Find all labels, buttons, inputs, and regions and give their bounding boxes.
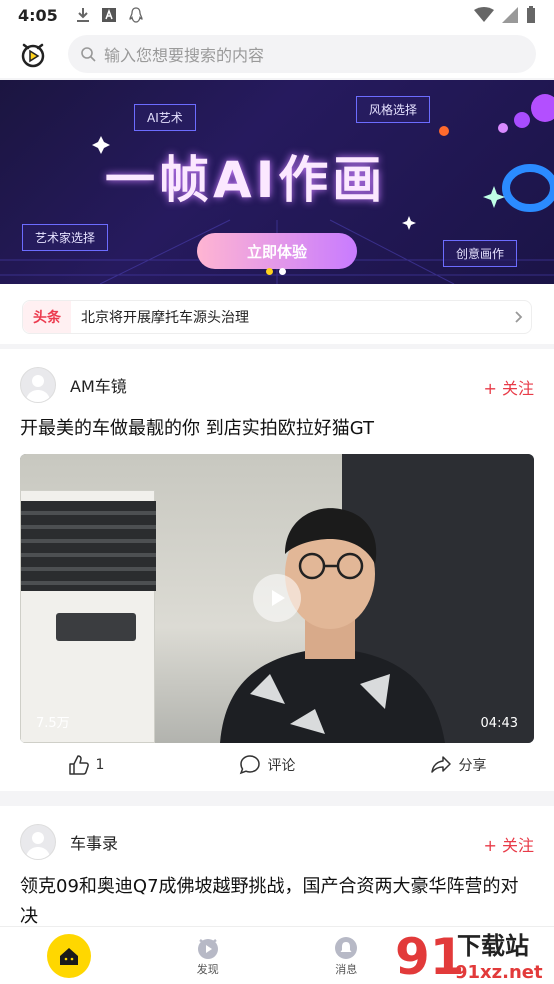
avatar[interactable] — [20, 367, 56, 403]
share-icon — [431, 756, 452, 773]
tab-home[interactable] — [0, 933, 139, 978]
like-count: 1 — [95, 757, 105, 773]
status-bar: 4:05 — [0, 0, 554, 30]
headline-section: 头条 北京将开展摩托车源头治理 — [0, 284, 554, 344]
air-conditioner-image — [20, 490, 156, 743]
search-icon — [81, 47, 96, 62]
battery-icon — [527, 6, 535, 23]
banner-pagination — [266, 268, 286, 275]
follow-button[interactable]: + 关注 — [484, 832, 535, 856]
discover-icon — [197, 938, 218, 959]
keyboard-a-icon — [101, 8, 116, 22]
app-logo-icon[interactable] — [18, 39, 48, 69]
banner-tag-style: 风格选择 — [356, 96, 431, 123]
top-header: 输入您想要搜索的内容 — [0, 30, 554, 78]
post-card[interactable]: 车事录 + 关注 领克09和奥迪Q7成佛坡越野挑战，国产合资两大豪华阵营的对决 — [0, 806, 554, 927]
follow-button[interactable]: + 关注 — [484, 375, 535, 399]
like-button[interactable]: 1 — [68, 754, 105, 776]
video-duration: 04:43 — [480, 716, 518, 731]
tab-messages-label: 消息 — [335, 962, 358, 976]
banner-dot[interactable] — [279, 268, 286, 275]
play-icon — [272, 590, 285, 606]
post-title[interactable]: 开最美的车做最靓的你 到店实拍欧拉好猫GT — [20, 414, 534, 444]
banner-tag-creative: 创意画作 — [443, 240, 518, 267]
headline-tag: 头条 — [23, 301, 71, 333]
post-author[interactable]: AM车镜 — [20, 367, 127, 403]
banner-dot-active[interactable] — [266, 268, 273, 275]
author-name[interactable]: 车事录 — [70, 830, 118, 854]
comment-button[interactable]: 评论 — [239, 754, 295, 776]
wifi-icon — [474, 7, 494, 22]
qq-icon — [129, 7, 143, 23]
post-author[interactable]: 车事录 — [20, 824, 118, 860]
comment-label: 评论 — [267, 758, 296, 774]
share-label: 分享 — [458, 758, 487, 774]
home-icon — [60, 947, 79, 965]
presenter-image — [220, 508, 445, 743]
ai-art-banner[interactable]: AI艺术 风格选择 艺术家选择 创意画作 一帧AI作画 立即体验 — [0, 80, 554, 284]
avatar[interactable] — [20, 824, 56, 860]
tab-discover[interactable]: 发现 — [139, 935, 278, 977]
share-button[interactable]: 分享 — [430, 754, 486, 776]
banner-tag-artist: 艺术家选择 — [22, 224, 109, 251]
video-player[interactable]: 7.5万 04:43 — [20, 454, 534, 743]
watermark-title: 下载站 — [457, 932, 529, 960]
signal-icon — [502, 7, 518, 23]
headline-text: 北京将开展摩托车源头治理 — [81, 310, 249, 326]
post-card[interactable]: AM车镜 + 关注 开最美的车做最靓的你 到店实拍欧拉好猫GT 7.5万 04:… — [0, 349, 554, 791]
author-name[interactable]: AM车镜 — [70, 373, 127, 397]
search-bar[interactable]: 输入您想要搜索的内容 — [68, 35, 536, 73]
site-watermark: 91 下载站 91xz.net — [395, 928, 543, 984]
play-button[interactable] — [253, 574, 301, 622]
thumbs-up-icon — [68, 755, 89, 775]
status-time: 4:05 — [18, 5, 58, 25]
banner-title: 一帧AI作画 — [105, 151, 387, 209]
home-button[interactable] — [47, 933, 92, 978]
banner-tag-ai-art: AI艺术 — [134, 104, 196, 131]
banner-cta-button[interactable]: 立即体验 — [197, 233, 357, 269]
post-actions: 1 评论 分享 — [0, 754, 554, 776]
chevron-right-icon — [515, 311, 523, 323]
comment-icon — [240, 755, 261, 775]
download-icon — [76, 8, 89, 22]
headline-bar[interactable]: 头条 北京将开展摩托车源头治理 — [22, 300, 532, 334]
post-title[interactable]: 领克09和奥迪Q7成佛坡越野挑战，国产合资两大豪华阵营的对决 — [20, 872, 534, 932]
watermark-url: 91xz.net — [455, 962, 543, 983]
video-views: 7.5万 — [36, 716, 70, 731]
tab-discover-label: 发现 — [196, 962, 219, 976]
search-placeholder: 输入您想要搜索的内容 — [104, 46, 265, 65]
avatar-placeholder-icon — [26, 832, 50, 859]
avatar-placeholder-icon — [26, 375, 50, 402]
bell-icon — [335, 936, 358, 959]
